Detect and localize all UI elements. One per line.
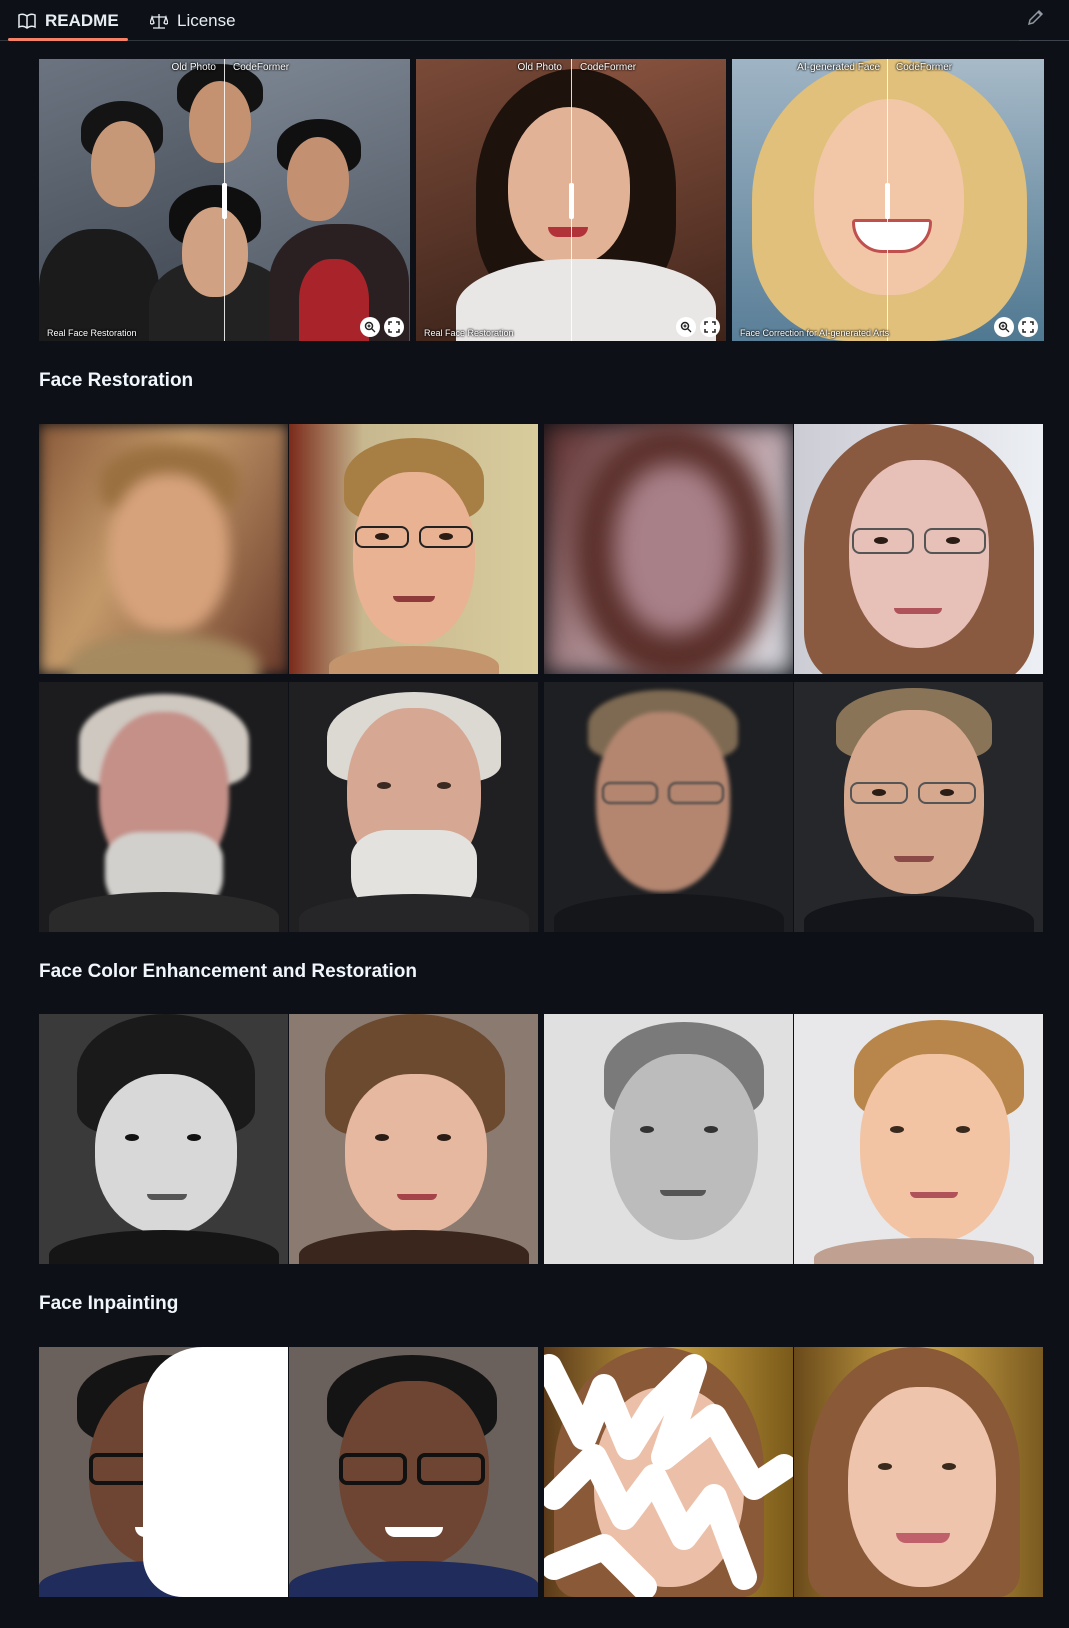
right-label: CodeFormer (233, 62, 290, 73)
zoom-button[interactable] (360, 317, 380, 337)
divider (1019, 40, 1069, 41)
restored-output-image (289, 424, 538, 674)
fullscreen-icon (704, 321, 716, 333)
left-label: Old Photo (517, 62, 562, 73)
book-icon (18, 12, 36, 29)
restored-output-image (794, 424, 1043, 674)
masked-input-image (544, 1347, 793, 1597)
caption: Real Face Restoration (424, 328, 514, 338)
slider-handle[interactable] (222, 183, 227, 219)
zoom-button[interactable] (676, 317, 696, 337)
colorized-output-image (289, 1014, 538, 1264)
right-label: CodeFormer (580, 62, 637, 73)
color-enhancement-example-1 (39, 1014, 538, 1264)
colorized-output-image (794, 1014, 1043, 1264)
fullscreen-icon (388, 321, 400, 333)
zoom-in-icon (998, 321, 1010, 333)
slider-handle[interactable] (569, 183, 574, 219)
zoom-in-icon (680, 321, 692, 333)
caption: Real Face Restoration (47, 328, 137, 338)
comparison-slider-ai-face[interactable]: AI-generated Face CodeFormer Face Correc… (732, 59, 1044, 341)
fullscreen-button[interactable] (700, 317, 720, 337)
inpainted-output-image (794, 1347, 1043, 1597)
active-tab-indicator (8, 38, 128, 41)
tab-readme[interactable]: README (18, 0, 119, 41)
fullscreen-icon (1022, 321, 1034, 333)
degraded-input-image (544, 424, 793, 674)
face-restoration-example-4 (544, 682, 1043, 932)
inpainting-example-1 (39, 1347, 538, 1597)
caption: Face Correction for AI-generated Arts (740, 328, 890, 338)
section-heading-face-restoration: Face Restoration (39, 370, 194, 391)
inpainting-mask-scribble (544, 1354, 793, 1597)
tab-readme-label: README (45, 10, 119, 30)
face-restoration-example-3 (39, 682, 538, 932)
slider-handle[interactable] (885, 183, 890, 219)
left-label: Old Photo (171, 62, 216, 73)
pencil-icon (1027, 9, 1044, 26)
face-restoration-example-2 (544, 424, 1043, 674)
section-heading-face-inpainting: Face Inpainting (39, 1293, 179, 1314)
grayscale-input-image (544, 1014, 793, 1264)
tab-license-label: License (177, 10, 236, 30)
zoom-button[interactable] (994, 317, 1014, 337)
degraded-input-image (544, 682, 793, 932)
readme-tab-bar: README License (0, 0, 1069, 41)
tab-license[interactable]: License (150, 0, 236, 41)
zoom-in-icon (364, 321, 376, 333)
color-enhancement-example-2 (544, 1014, 1043, 1264)
comparison-slider-woman-photo[interactable]: Old Photo CodeFormer Real Face Restorati… (416, 59, 726, 341)
comparison-slider-group-photo[interactable]: Old Photo CodeFormer Real Face Restorati… (39, 59, 410, 341)
inpainted-output-image (289, 1347, 538, 1597)
face-restoration-example-1 (39, 424, 538, 674)
grayscale-input-image (39, 1014, 288, 1264)
right-label: CodeFormer (896, 62, 953, 73)
edit-file-button[interactable] (1021, 2, 1051, 32)
fullscreen-button[interactable] (384, 317, 404, 337)
masked-input-image (39, 1347, 288, 1597)
left-label: AI-generated Face (797, 62, 880, 73)
section-heading-face-color-enhancement: Face Color Enhancement and Restoration (39, 961, 417, 982)
degraded-input-image (39, 424, 288, 674)
fullscreen-button[interactable] (1018, 317, 1038, 337)
degraded-input-image (39, 682, 288, 932)
restored-output-image (794, 682, 1043, 932)
inpainting-example-2 (544, 1347, 1043, 1597)
restored-output-image (289, 682, 538, 932)
law-icon (150, 13, 168, 29)
